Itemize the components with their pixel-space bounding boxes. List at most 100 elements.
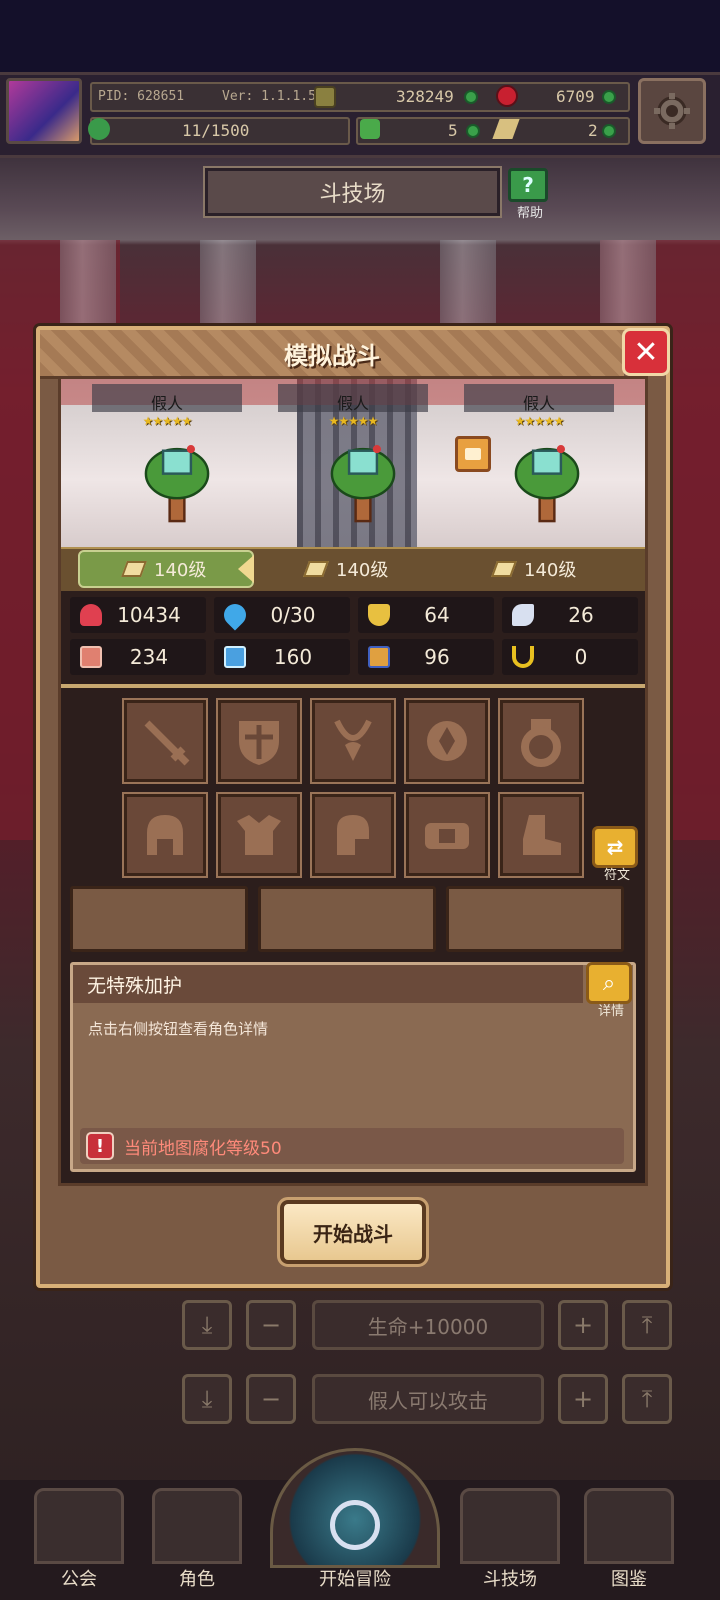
ring-icon — [521, 719, 561, 767]
details-label: 详情 — [597, 1004, 624, 1019]
character-icon — [152, 1488, 242, 1564]
plus-icon: + — [572, 1311, 594, 1339]
codex-icon — [584, 1488, 674, 1564]
fist-icon — [80, 646, 102, 668]
crossed-swords-icon — [460, 1488, 560, 1564]
min-button[interactable]: ⤓ — [182, 1300, 232, 1350]
add-clover-icon[interactable] — [466, 124, 480, 138]
rune-button[interactable]: ⇄ 符文 — [592, 826, 642, 883]
player-id: PID: 628651 — [98, 89, 185, 104]
arrow-bottom-icon: ⤓ — [201, 1385, 213, 1413]
necklace-slot[interactable] — [310, 698, 396, 784]
increase-button[interactable]: + — [558, 1300, 608, 1350]
help-label: 帮助 — [516, 206, 543, 221]
star-rating: ★★★★★ — [514, 414, 565, 428]
stat-value: 10434 — [117, 603, 181, 627]
extra-slot[interactable] — [446, 886, 624, 952]
armor-slot[interactable] — [216, 792, 302, 878]
stat-magic: 160 — [214, 639, 350, 675]
clover-ticket-icon — [360, 119, 380, 139]
stamina-count: 11/1500 — [182, 121, 250, 140]
nav-label: 公会 — [61, 1569, 97, 1590]
clover-count: 5 — [448, 121, 458, 140]
stat-value: 234 — [129, 645, 169, 669]
warning-text: 当前地图腐化等级50 — [124, 1138, 282, 1159]
feather-icon — [121, 561, 147, 577]
belt-slot[interactable] — [404, 792, 490, 878]
tree-dummy-sprite[interactable] — [132, 436, 222, 526]
settings-button[interactable] — [638, 78, 706, 144]
decrease-button[interactable]: − — [246, 1374, 296, 1424]
ring-slot[interactable] — [498, 698, 584, 784]
modal-header: 模拟战斗 — [40, 330, 624, 379]
max-button[interactable]: ⤒ — [622, 1300, 672, 1350]
right-arrow-icon[interactable] — [238, 555, 254, 583]
stat-value: 26 — [568, 603, 594, 627]
stat-value: 0 — [574, 645, 588, 669]
add-gem-icon[interactable] — [602, 90, 616, 104]
gem-count: 6709 — [556, 87, 595, 106]
arrow-bottom-icon: ⤓ — [201, 1311, 213, 1339]
level-text: 140级 — [336, 560, 389, 581]
extra-slot[interactable] — [70, 886, 248, 952]
boots-slot[interactable] — [498, 792, 584, 878]
lock-icon[interactable] — [455, 436, 491, 472]
heart-icon — [80, 604, 102, 626]
star-rating: ★★★★★ — [142, 414, 193, 428]
blessing-title: 无特殊加护 — [73, 965, 583, 1003]
stat-speed: 26 — [502, 597, 638, 633]
helmet-icon — [147, 815, 183, 855]
dummy-level[interactable]: 140级 — [491, 550, 576, 588]
dummy-name: 假人 — [150, 394, 183, 413]
guild-icon — [34, 1488, 124, 1564]
stat-agility: 96 — [358, 639, 494, 675]
magnifier-icon: ⌕ — [586, 962, 632, 1004]
stat-attack: 234 — [70, 639, 206, 675]
help-icon: ? — [508, 168, 548, 202]
horseshoe-icon — [512, 646, 534, 668]
amulet-slot[interactable] — [404, 698, 490, 784]
amulet-icon — [427, 721, 467, 761]
alert-icon: ! — [86, 1132, 114, 1160]
magnifier-icon — [330, 1500, 380, 1550]
weapon-slot[interactable] — [122, 698, 208, 784]
level-text: 140级 — [154, 560, 207, 581]
increase-button[interactable]: + — [558, 1374, 608, 1424]
version-text: Ver: 1.1.1.5 — [222, 89, 316, 104]
nav-codex[interactable]: 图鉴 — [584, 1470, 674, 1596]
nav-label: 开始冒险 — [319, 1569, 391, 1590]
nav-character[interactable]: 角色 — [152, 1470, 242, 1596]
gloves-slot[interactable] — [310, 792, 396, 878]
max-button[interactable]: ⤒ — [622, 1374, 672, 1424]
decrease-button[interactable]: − — [246, 1300, 296, 1350]
divider — [61, 684, 645, 688]
shield-slot-icon — [239, 721, 279, 765]
swap-icon: ⇄ — [592, 826, 638, 868]
help-button[interactable]: ? 帮助 — [508, 168, 552, 221]
blessing-description: 点击右侧按钮查看角色详情 — [88, 1020, 269, 1038]
start-battle-button[interactable]: 开始战斗 — [277, 1197, 429, 1267]
stat-value: 160 — [273, 645, 313, 669]
minus-icon: − — [260, 1311, 282, 1339]
nav-arena[interactable]: 斗技场 — [460, 1470, 560, 1596]
nav-guild[interactable]: 公会 — [34, 1470, 124, 1596]
nav-label: 斗技场 — [483, 1569, 537, 1590]
tree-dummy-sprite[interactable] — [502, 436, 592, 526]
extra-slot[interactable] — [258, 886, 436, 952]
tree-dummy-sprite[interactable] — [318, 436, 408, 526]
feather-icon — [491, 561, 517, 577]
hp-bonus-label: 生命+10000 — [312, 1300, 544, 1350]
offhand-slot[interactable] — [216, 698, 302, 784]
stat-value: 64 — [424, 603, 450, 627]
add-gem-icon[interactable] — [464, 90, 478, 104]
add-ticket-icon[interactable] — [602, 124, 616, 138]
details-button[interactable]: ⌕ 详情 — [586, 962, 636, 1019]
min-button[interactable]: ⤓ — [182, 1374, 232, 1424]
player-avatar[interactable] — [6, 78, 82, 144]
close-button[interactable]: ✕ — [622, 328, 670, 376]
close-icon: ✕ — [633, 334, 659, 370]
dummy-level-selected[interactable]: 140级 — [78, 550, 254, 588]
helmet-slot[interactable] — [122, 792, 208, 878]
dummy-level[interactable]: 140级 — [303, 550, 389, 588]
nav-adventure[interactable]: 开始冒险 — [290, 1470, 420, 1596]
